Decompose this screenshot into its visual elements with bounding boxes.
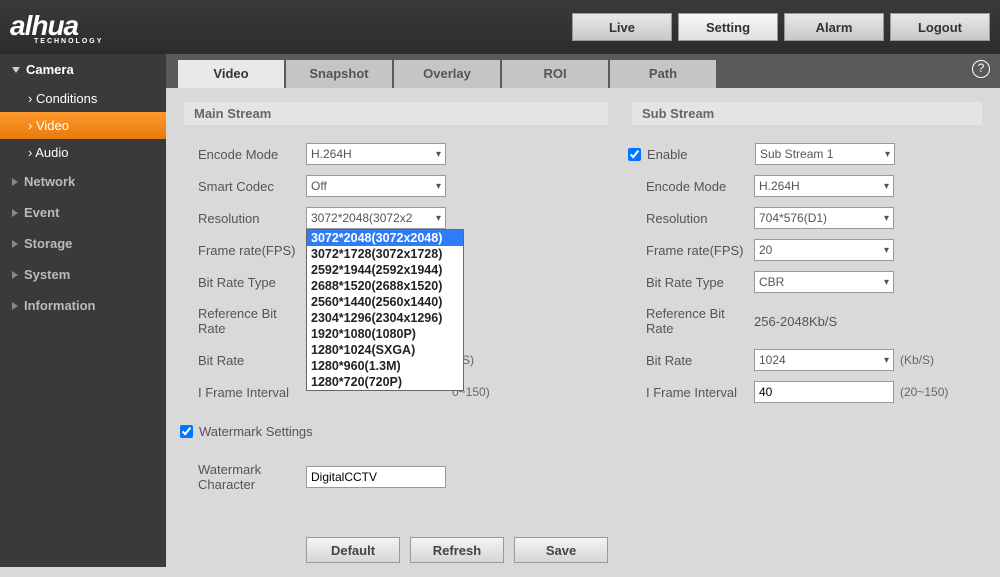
sidebar-item-information[interactable]: Information: [0, 290, 166, 321]
sidebar-item-event[interactable]: Event: [0, 197, 166, 228]
resolution-option[interactable]: 3072*2048(3072x2048): [307, 230, 463, 246]
label-sub-reference-bit-rate: Reference Bit Rate: [646, 306, 754, 336]
content-area: Video Snapshot Overlay ROI Path ? Main S…: [166, 54, 1000, 567]
refresh-button[interactable]: Refresh: [410, 537, 504, 563]
sub-stream-panel: Sub Stream EnableSub Stream 1 Encode Mod…: [632, 102, 982, 563]
label-sub-bit-rate: Bit Rate: [646, 353, 754, 368]
topbar: alhua TECHNOLOGY Live Setting Alarm Logo…: [0, 0, 1000, 54]
sub-stream-title: Sub Stream: [632, 102, 982, 125]
sub-reference-value: 256-2048Kb/S: [754, 314, 837, 329]
watermark-checkbox[interactable]: [180, 425, 193, 438]
main-resolution-select[interactable]: 3072*2048(3072x2: [306, 207, 446, 229]
main-stream-title: Main Stream: [184, 102, 608, 125]
label-frame-rate: Frame rate(FPS): [198, 243, 306, 258]
save-button[interactable]: Save: [514, 537, 608, 563]
substream-select[interactable]: Sub Stream 1: [755, 143, 895, 165]
tab-path[interactable]: Path: [610, 60, 716, 88]
help-icon[interactable]: ?: [972, 60, 990, 78]
brand-logo: alhua TECHNOLOGY: [10, 10, 103, 45]
tab-roi[interactable]: ROI: [502, 60, 608, 88]
resolution-option[interactable]: 1280*1024(SXGA): [307, 342, 463, 358]
sidebar-sub-audio[interactable]: Audio: [0, 139, 166, 166]
resolution-option[interactable]: 3072*1728(3072x1728): [307, 246, 463, 262]
sub-bitrate-unit: (Kb/S): [900, 353, 934, 367]
substream-enable-checkbox[interactable]: [628, 148, 641, 161]
label-watermark-settings: Watermark Settings: [199, 424, 313, 439]
chevron-right-icon: [12, 240, 18, 248]
sub-bit-rate-select[interactable]: 1024: [754, 349, 894, 371]
nav-live[interactable]: Live: [572, 13, 672, 41]
nav-alarm[interactable]: Alarm: [784, 13, 884, 41]
sidebar-sub-video[interactable]: Video: [0, 112, 166, 139]
sidebar-item-system[interactable]: System: [0, 259, 166, 290]
chevron-right-icon: [12, 178, 18, 186]
brand-tagline: TECHNOLOGY: [34, 38, 103, 45]
main-stream-panel: Main Stream Encode ModeH.264H Smart Code…: [184, 102, 608, 563]
brand-text: alhua: [10, 10, 78, 41]
sub-frame-rate-select[interactable]: 20: [754, 239, 894, 261]
label-bit-rate: Bit Rate: [198, 353, 306, 368]
sidebar-item-storage[interactable]: Storage: [0, 228, 166, 259]
resolution-option[interactable]: 2592*1944(2592x1944): [307, 262, 463, 278]
resolution-option[interactable]: 1280*960(1.3M): [307, 358, 463, 374]
sub-i-frame-input[interactable]: [754, 381, 894, 403]
resolution-option[interactable]: 2688*1520(2688x1520): [307, 278, 463, 294]
sub-encode-mode-select[interactable]: H.264H: [754, 175, 894, 197]
top-nav: Live Setting Alarm Logout: [572, 13, 990, 41]
resolution-option[interactable]: 2560*1440(2560x1440): [307, 294, 463, 310]
resolution-option[interactable]: 2304*1296(2304x1296): [307, 310, 463, 326]
label-i-frame: I Frame Interval: [198, 385, 306, 400]
label-sub-frame-rate: Frame rate(FPS): [646, 243, 754, 258]
tab-video[interactable]: Video: [178, 60, 284, 88]
tab-snapshot[interactable]: Snapshot: [286, 60, 392, 88]
resolution-dropdown: 3072*2048(3072x2048) 3072*1728(3072x1728…: [306, 229, 464, 391]
main-smart-codec-select[interactable]: Off: [306, 175, 446, 197]
sidebar-item-camera[interactable]: Camera: [0, 54, 166, 85]
sub-bit-rate-type-select[interactable]: CBR: [754, 271, 894, 293]
label-smart-codec: Smart Codec: [198, 179, 306, 194]
tab-overlay[interactable]: Overlay: [394, 60, 500, 88]
default-button[interactable]: Default: [306, 537, 400, 563]
label-encode-mode: Encode Mode: [198, 147, 306, 162]
label-watermark-char: Watermark Character: [198, 462, 306, 492]
sub-iframe-range: (20~150): [900, 385, 948, 399]
chevron-right-icon: [12, 209, 18, 217]
sidebar-item-network[interactable]: Network: [0, 166, 166, 197]
label-sub-bit-rate-type: Bit Rate Type: [646, 275, 754, 290]
chevron-right-icon: [12, 271, 18, 279]
resolution-option[interactable]: 1920*1080(1080P): [307, 326, 463, 342]
sidebar-sub-conditions[interactable]: Conditions: [0, 85, 166, 112]
chevron-right-icon: [12, 302, 18, 310]
label-sub-resolution: Resolution: [646, 211, 754, 226]
chevron-down-icon: [12, 67, 20, 73]
label-sub-encode-mode: Encode Mode: [646, 179, 754, 194]
label-reference-bit-rate: Reference Bit Rate: [198, 306, 306, 336]
nav-logout[interactable]: Logout: [890, 13, 990, 41]
label-resolution: Resolution: [198, 211, 306, 226]
watermark-char-input[interactable]: [306, 466, 446, 488]
sidebar: Camera Conditions Video Audio Network Ev…: [0, 54, 166, 567]
main-encode-mode-select[interactable]: H.264H: [306, 143, 446, 165]
label-sub-i-frame: I Frame Interval: [646, 385, 754, 400]
label-bit-rate-type: Bit Rate Type: [198, 275, 306, 290]
tab-row: Video Snapshot Overlay ROI Path ?: [166, 54, 1000, 88]
label-enable: Enable: [647, 147, 755, 162]
resolution-option[interactable]: 1280*720(720P): [307, 374, 463, 390]
nav-setting[interactable]: Setting: [678, 13, 778, 41]
sub-resolution-select[interactable]: 704*576(D1): [754, 207, 894, 229]
